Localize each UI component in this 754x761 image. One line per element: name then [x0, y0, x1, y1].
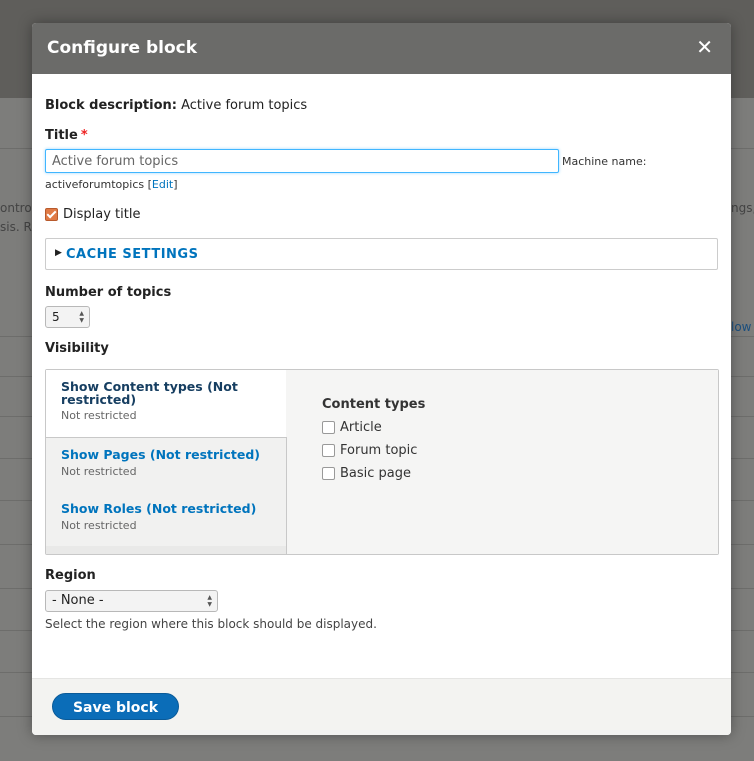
- machine-name-edit-link[interactable]: Edit: [152, 178, 173, 191]
- display-title-label: Display title: [63, 207, 141, 222]
- title-label: Title *: [45, 128, 88, 143]
- dialog-titlebar: Configure block ✕: [32, 23, 731, 74]
- close-icon[interactable]: ✕: [696, 35, 713, 59]
- region-help-text: Select the region where this block shoul…: [45, 617, 377, 631]
- expand-arrow-icon: ▶: [55, 248, 62, 258]
- region-label: Region: [45, 568, 96, 583]
- cache-settings-summary[interactable]: CACHE SETTINGS: [66, 247, 198, 262]
- tab-roles-title: Show Roles (Not restricted): [61, 501, 257, 516]
- machine-name-value: activeforumtopics: [45, 178, 145, 191]
- region-select-value: - None -: [52, 593, 104, 608]
- save-block-button[interactable]: Save block: [52, 693, 179, 720]
- tab-content-types-summary: Not restricted: [61, 409, 137, 422]
- content-type-option-forum-topic[interactable]: Forum topic: [322, 443, 417, 458]
- tab-pages[interactable]: Show Pages (Not restricted) Not restrict…: [46, 437, 287, 493]
- configure-block-dialog: Configure block ✕ Block description: Act…: [32, 23, 731, 735]
- basic-page-label: Basic page: [340, 466, 412, 481]
- display-title-row[interactable]: Display title: [45, 207, 140, 222]
- title-input[interactable]: [45, 149, 559, 173]
- machine-name-label: Machine name:: [562, 155, 647, 168]
- number-of-topics-select[interactable]: 5 ▲ ▼: [45, 306, 90, 328]
- title-label-text: Title: [45, 128, 78, 143]
- forum-topic-label: Forum topic: [340, 443, 418, 458]
- forum-topic-checkbox[interactable]: [322, 444, 335, 457]
- content-type-option-article[interactable]: Article: [322, 420, 382, 435]
- number-of-topics-value: 5: [52, 310, 60, 324]
- tab-title-line: restricted): [61, 392, 137, 407]
- background-text: ngs,: [731, 201, 754, 215]
- basic-page-checkbox[interactable]: [322, 467, 335, 480]
- machine-edit-close: ]: [173, 178, 178, 191]
- block-description-value: Active forum topics: [181, 98, 308, 113]
- visibility-vertical-tabs: Show Content types (Not restricted) Not …: [45, 369, 719, 555]
- cache-settings-details[interactable]: ▶ CACHE SETTINGS: [45, 238, 718, 270]
- background-link: low: [731, 320, 752, 334]
- tab-pages-summary: Not restricted: [61, 465, 137, 478]
- dialog-footer: Save block: [32, 678, 731, 735]
- required-marker: *: [80, 128, 88, 143]
- block-description: Block description: Active forum topics: [45, 98, 307, 113]
- display-title-checkbox[interactable]: [45, 208, 58, 221]
- tab-content-types[interactable]: Show Content types (Not restricted) Not …: [46, 370, 286, 437]
- content-type-option-basic-page[interactable]: Basic page: [322, 466, 411, 481]
- region-select[interactable]: - None - ▲ ▼: [45, 590, 218, 612]
- block-description-label: Block description:: [45, 98, 177, 113]
- select-spinner-icon: ▲ ▼: [79, 310, 84, 324]
- article-label: Article: [340, 420, 382, 435]
- tab-pages-title: Show Pages (Not restricted): [61, 447, 260, 462]
- dialog-title: Configure block: [47, 38, 198, 58]
- article-checkbox[interactable]: [322, 421, 335, 434]
- tab-roles[interactable]: Show Roles (Not restricted) Not restrict…: [46, 492, 287, 547]
- background-text: ontro: [0, 201, 32, 215]
- visibility-label: Visibility: [45, 341, 109, 356]
- vertical-tabs-filler: [46, 546, 287, 554]
- tab-roles-summary: Not restricted: [61, 519, 137, 532]
- content-types-pane: Content types Article Forum topic Basic …: [287, 370, 718, 554]
- select-spinner-icon: ▲ ▼: [207, 594, 212, 608]
- vertical-tabs-list: Show Content types (Not restricted) Not …: [46, 370, 287, 554]
- machine-name: activeforumtopics [Edit]: [45, 178, 178, 191]
- number-of-topics-label: Number of topics: [45, 285, 172, 300]
- content-types-heading: Content types: [322, 397, 426, 412]
- tab-content-types-title: Show Content types (Not restricted): [61, 380, 238, 406]
